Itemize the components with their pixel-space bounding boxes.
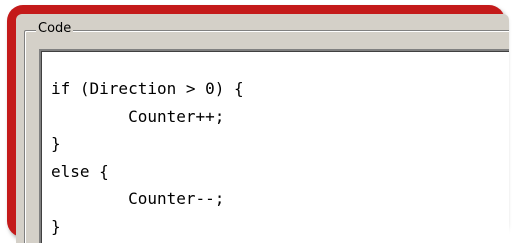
- code-line: }: [51, 134, 61, 153]
- groupbox-title: Code: [36, 20, 74, 37]
- code-listing: if (Direction > 0) { Counter++;} else { C…: [41, 51, 509, 240]
- code-line: Counter--;: [51, 189, 225, 208]
- code-panel: Code if (Direction > 0) { Counter++;} els…: [16, 14, 509, 243]
- code-line: }: [51, 216, 61, 236]
- code-line: else {: [51, 161, 109, 181]
- code-line: Counter++;: [51, 106, 225, 126]
- code-line: if (Direction > 0) {: [51, 79, 244, 98]
- code-text-area[interactable]: if (Direction > 0) { Counter++;} else { C…: [39, 49, 509, 243]
